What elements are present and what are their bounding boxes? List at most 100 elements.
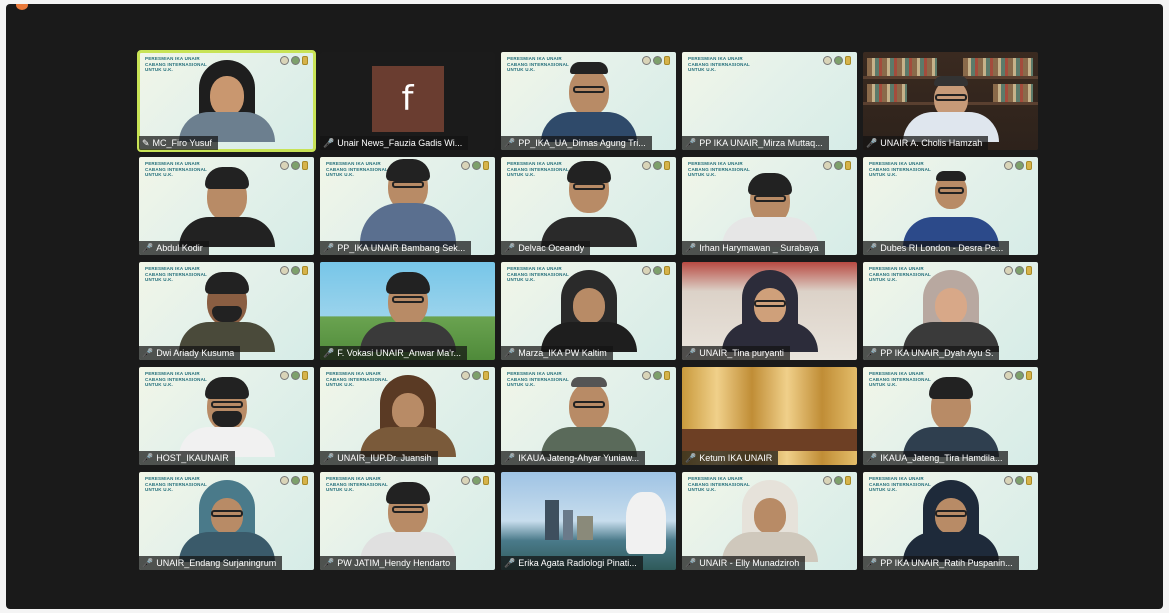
logo-icon <box>472 371 481 380</box>
video-tile[interactable]: PERESMIAN IKA UNAIR CABANG INTERNASIONAL U… <box>863 472 1038 570</box>
name-bar: 🎤 PW JATIM_Hendy Hendarto <box>320 556 457 570</box>
video-tile[interactable]: PERESMIAN IKA UNAIR CABANG INTERNASIONAL U… <box>682 157 857 255</box>
video-tile[interactable]: PERESMIAN IKA UNAIR CABANG INTERNASIONAL U… <box>682 52 857 150</box>
name-bar: 🎤 PP IKA UNAIR_Dyah Ayu S. <box>863 346 1000 360</box>
participant-name: UNAIR_Endang Surjaningrum <box>156 558 277 568</box>
participant-name: PP IKA UNAIR_Mirza Muttaq... <box>699 138 823 148</box>
video-tile[interactable]: f 🎤 Unair News_Fauzia Gadis Wi... <box>320 52 495 150</box>
logo-icon <box>483 476 489 485</box>
logo-icon <box>845 476 851 485</box>
event-logos <box>642 371 670 380</box>
logo-icon <box>461 371 470 380</box>
mic-muted-icon: 🎤 <box>323 558 335 568</box>
event-logos <box>461 161 489 170</box>
logo-icon <box>280 266 289 275</box>
name-bar: 🎤 Abdul Kodir <box>139 241 209 255</box>
mic-muted-icon: 🎤 <box>866 138 878 148</box>
gallery-view: PERESMIAN IKA UNAIR CABANG INTERNASIONAL U… <box>137 50 1039 570</box>
logo-icon <box>472 161 481 170</box>
participant-video <box>359 474 456 562</box>
name-bar: 🎤 PP IKA UNAIR_Mirza Muttaq... <box>682 136 829 150</box>
event-logos <box>280 266 308 275</box>
video-tile[interactable]: PERESMIAN IKA UNAIR CABANG INTERNASIONAL U… <box>501 262 676 360</box>
participant-name: Marza_IKA PW Kaltim <box>518 348 607 358</box>
zoom-meeting-window: PERESMIAN IKA UNAIR CABANG INTERNASIONAL U… <box>6 4 1163 609</box>
mic-muted-icon: 🎤 <box>504 243 516 253</box>
mic-muted-icon: 🎤 <box>142 558 154 568</box>
name-bar: 🎤 Dwi Ariady Kusuma <box>139 346 241 360</box>
video-tile[interactable]: 🎤 Ketum IKA UNAIR <box>682 367 857 465</box>
event-logos <box>461 476 489 485</box>
logo-icon <box>642 56 651 65</box>
logo-icon <box>1015 476 1024 485</box>
video-tile[interactable]: PERESMIAN IKA UNAIR CABANG INTERNASIONAL U… <box>501 367 676 465</box>
logo-icon <box>834 476 843 485</box>
name-bar: ✎ MC_Firo Yusuf <box>139 136 218 150</box>
event-logos <box>280 161 308 170</box>
logo-icon <box>302 476 308 485</box>
video-tile[interactable]: 🎤 UNAIR_Tina puryanti <box>682 262 857 360</box>
video-tile[interactable]: PERESMIAN IKA UNAIR CABANG INTERNASIONAL U… <box>137 50 316 152</box>
logo-icon <box>1004 371 1013 380</box>
name-bar: 🎤 UNAIR A. Cholis Hamzah <box>863 136 989 150</box>
logo-icon <box>664 266 670 275</box>
participant-name: PP IKA UNAIR_Ratih Puspanin... <box>880 558 1013 568</box>
video-tile[interactable]: PERESMIAN IKA UNAIR CABANG INTERNASIONAL U… <box>501 52 676 150</box>
video-tile[interactable]: 🎤 UNAIR A. Cholis Hamzah <box>863 52 1038 150</box>
event-logos <box>642 56 670 65</box>
profile-picture: f <box>371 66 444 132</box>
participant-video <box>359 159 456 247</box>
video-tile[interactable]: PERESMIAN IKA UNAIR CABANG INTERNASIONAL U… <box>320 472 495 570</box>
video-tile[interactable]: PERESMIAN IKA UNAIR CABANG INTERNASIONAL U… <box>682 472 857 570</box>
mic-muted-icon: 🎤 <box>142 453 154 463</box>
name-bar: 🎤 F. Vokasi UNAIR_Anwar Ma'r... <box>320 346 467 360</box>
video-tile[interactable]: PERESMIAN IKA UNAIR CABANG INTERNASIONAL U… <box>139 157 314 255</box>
logo-icon <box>291 56 300 65</box>
video-tile[interactable]: PERESMIAN IKA UNAIR CABANG INTERNASIONAL U… <box>501 157 676 255</box>
event-logos <box>823 161 851 170</box>
mic-muted-icon: 🎤 <box>685 243 697 253</box>
participant-video <box>540 264 637 352</box>
mic-muted-icon: 🎤 <box>685 453 697 463</box>
logo-icon <box>461 161 470 170</box>
video-tile[interactable]: PERESMIAN IKA UNAIR CABANG INTERNASIONAL U… <box>139 472 314 570</box>
video-tile[interactable]: PERESMIAN IKA UNAIR CABANG INTERNASIONAL U… <box>320 157 495 255</box>
event-logos <box>1004 476 1032 485</box>
participant-name: PW JATIM_Hendy Hendarto <box>337 558 451 568</box>
mic-muted-icon: 🎤 <box>323 138 335 148</box>
participant-video <box>540 369 637 457</box>
video-tile[interactable]: PERESMIAN IKA UNAIR CABANG INTERNASIONAL U… <box>139 367 314 465</box>
mic-muted-icon: 🎤 <box>685 558 697 568</box>
logo-icon <box>1004 266 1013 275</box>
logo-icon <box>1004 476 1013 485</box>
name-bar: 🎤 HOST_IKAUNAIR <box>139 451 235 465</box>
video-tile[interactable]: PERESMIAN IKA UNAIR CABANG INTERNASIONAL U… <box>139 262 314 360</box>
participant-video <box>902 474 999 562</box>
name-bar: 🎤 PP_IKA_UA_Dimas Agung Tri... <box>501 136 652 150</box>
participant-video <box>902 159 999 247</box>
video-tile[interactable]: PERESMIAN IKA UNAIR CABANG INTERNASIONAL U… <box>863 367 1038 465</box>
logo-icon <box>1026 161 1032 170</box>
event-banner: PERESMIAN IKA UNAIR CABANG INTERNASIONAL U… <box>688 56 750 72</box>
participant-video <box>178 264 275 352</box>
logo-icon <box>280 371 289 380</box>
logo-icon <box>1026 371 1032 380</box>
participant-name: Dubes RI London - Desra Pe... <box>880 243 1004 253</box>
logo-icon <box>483 161 489 170</box>
video-tile[interactable]: 🎤 F. Vokasi UNAIR_Anwar Ma'r... <box>320 262 495 360</box>
participant-name: Abdul Kodir <box>156 243 203 253</box>
participant-name: UNAIR_Tina puryanti <box>699 348 784 358</box>
video-tile[interactable]: PERESMIAN IKA UNAIR CABANG INTERNASIONAL U… <box>320 367 495 465</box>
zoom-app-icon <box>16 4 28 10</box>
pin-icon: ✎ <box>142 138 150 148</box>
video-tile[interactable]: PERESMIAN IKA UNAIR CABANG INTERNASIONAL U… <box>863 157 1038 255</box>
logo-icon <box>823 161 832 170</box>
participant-name: UNAIR A. Cholis Hamzah <box>880 138 983 148</box>
video-tile[interactable]: PERESMIAN IKA UNAIR CABANG INTERNASIONAL U… <box>863 262 1038 360</box>
participant-video <box>540 159 637 247</box>
mic-muted-icon: 🎤 <box>323 243 335 253</box>
video-tile[interactable]: 🎤 Erika Agata Radiologi Pinati... <box>501 472 676 570</box>
participant-name: IKAUA_Jateng_Tira Hamdila... <box>880 453 1003 463</box>
participant-video <box>902 54 999 142</box>
logo-icon <box>834 161 843 170</box>
